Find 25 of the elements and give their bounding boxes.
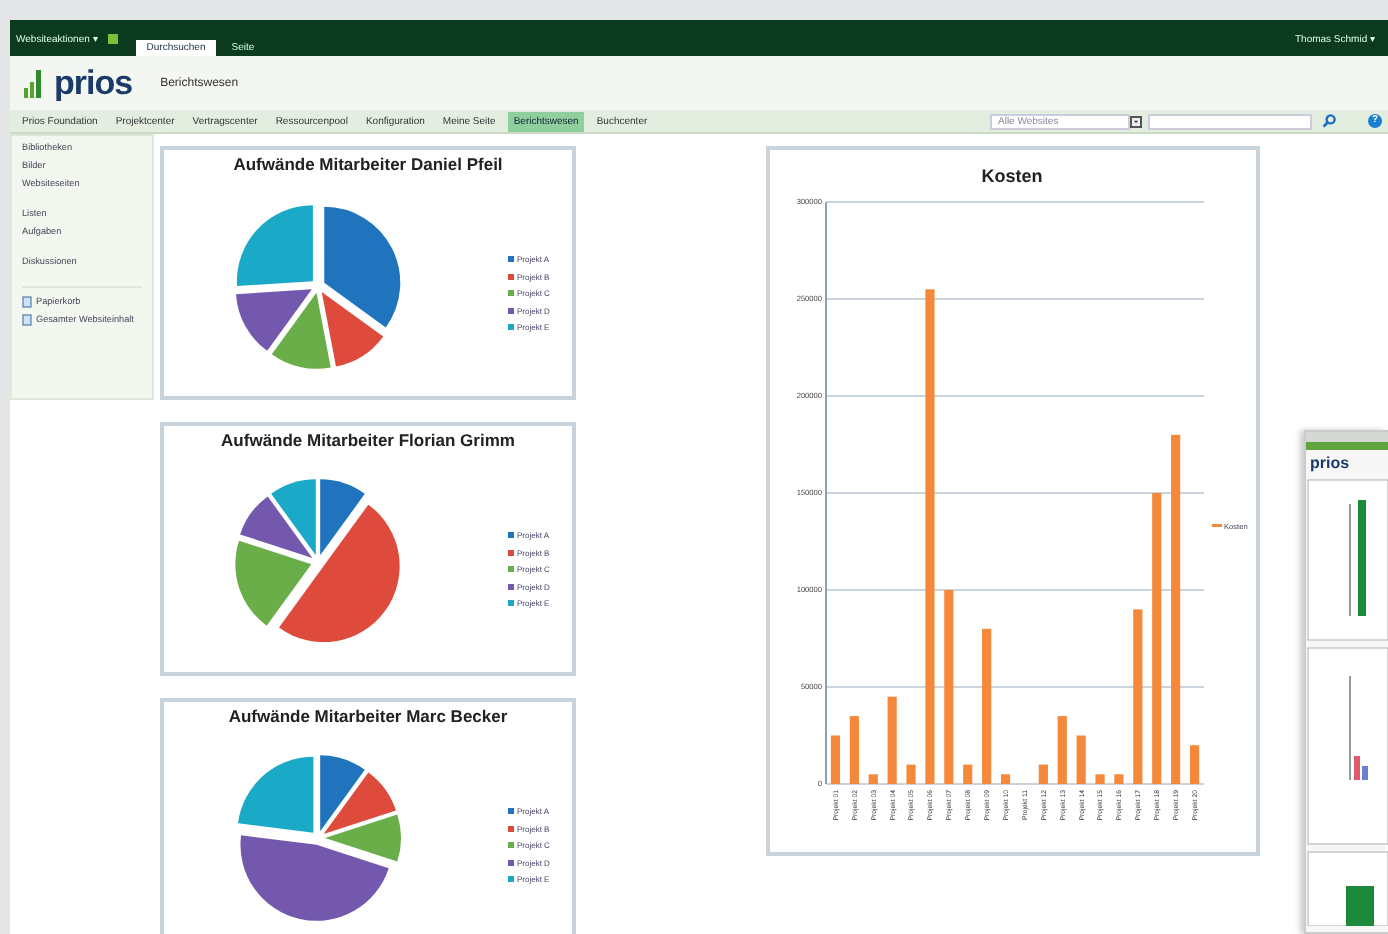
dropdown-icon[interactable] [1130, 115, 1142, 127]
chart-title: Aufwände Mitarbeiter Marc Becker [226, 704, 510, 730]
bar [849, 716, 859, 784]
bar [830, 735, 841, 784]
bar [1057, 716, 1067, 784]
bin-icon [22, 296, 32, 308]
search-icon[interactable] [1322, 114, 1336, 128]
document-icon [22, 314, 32, 326]
search-field[interactable] [1148, 113, 1312, 129]
bar [1189, 745, 1200, 784]
bar [1114, 774, 1124, 784]
bar [963, 764, 973, 784]
logo-bars-icon [24, 69, 42, 97]
bar [1000, 774, 1011, 784]
chart-title: Kosten [981, 166, 1043, 186]
bar [1076, 735, 1086, 784]
bar [1095, 774, 1105, 784]
bar [887, 696, 897, 784]
bar [906, 764, 916, 784]
bar [1038, 764, 1048, 784]
bar [868, 774, 878, 784]
logo: prios [54, 63, 133, 103]
preview-logo: prios [1308, 452, 1352, 476]
chart-title: Aufwände Mitarbeiter Florian Grimm [219, 428, 517, 454]
chart-title: Aufwände Mitarbeiter Daniel Pfeil [231, 152, 505, 178]
